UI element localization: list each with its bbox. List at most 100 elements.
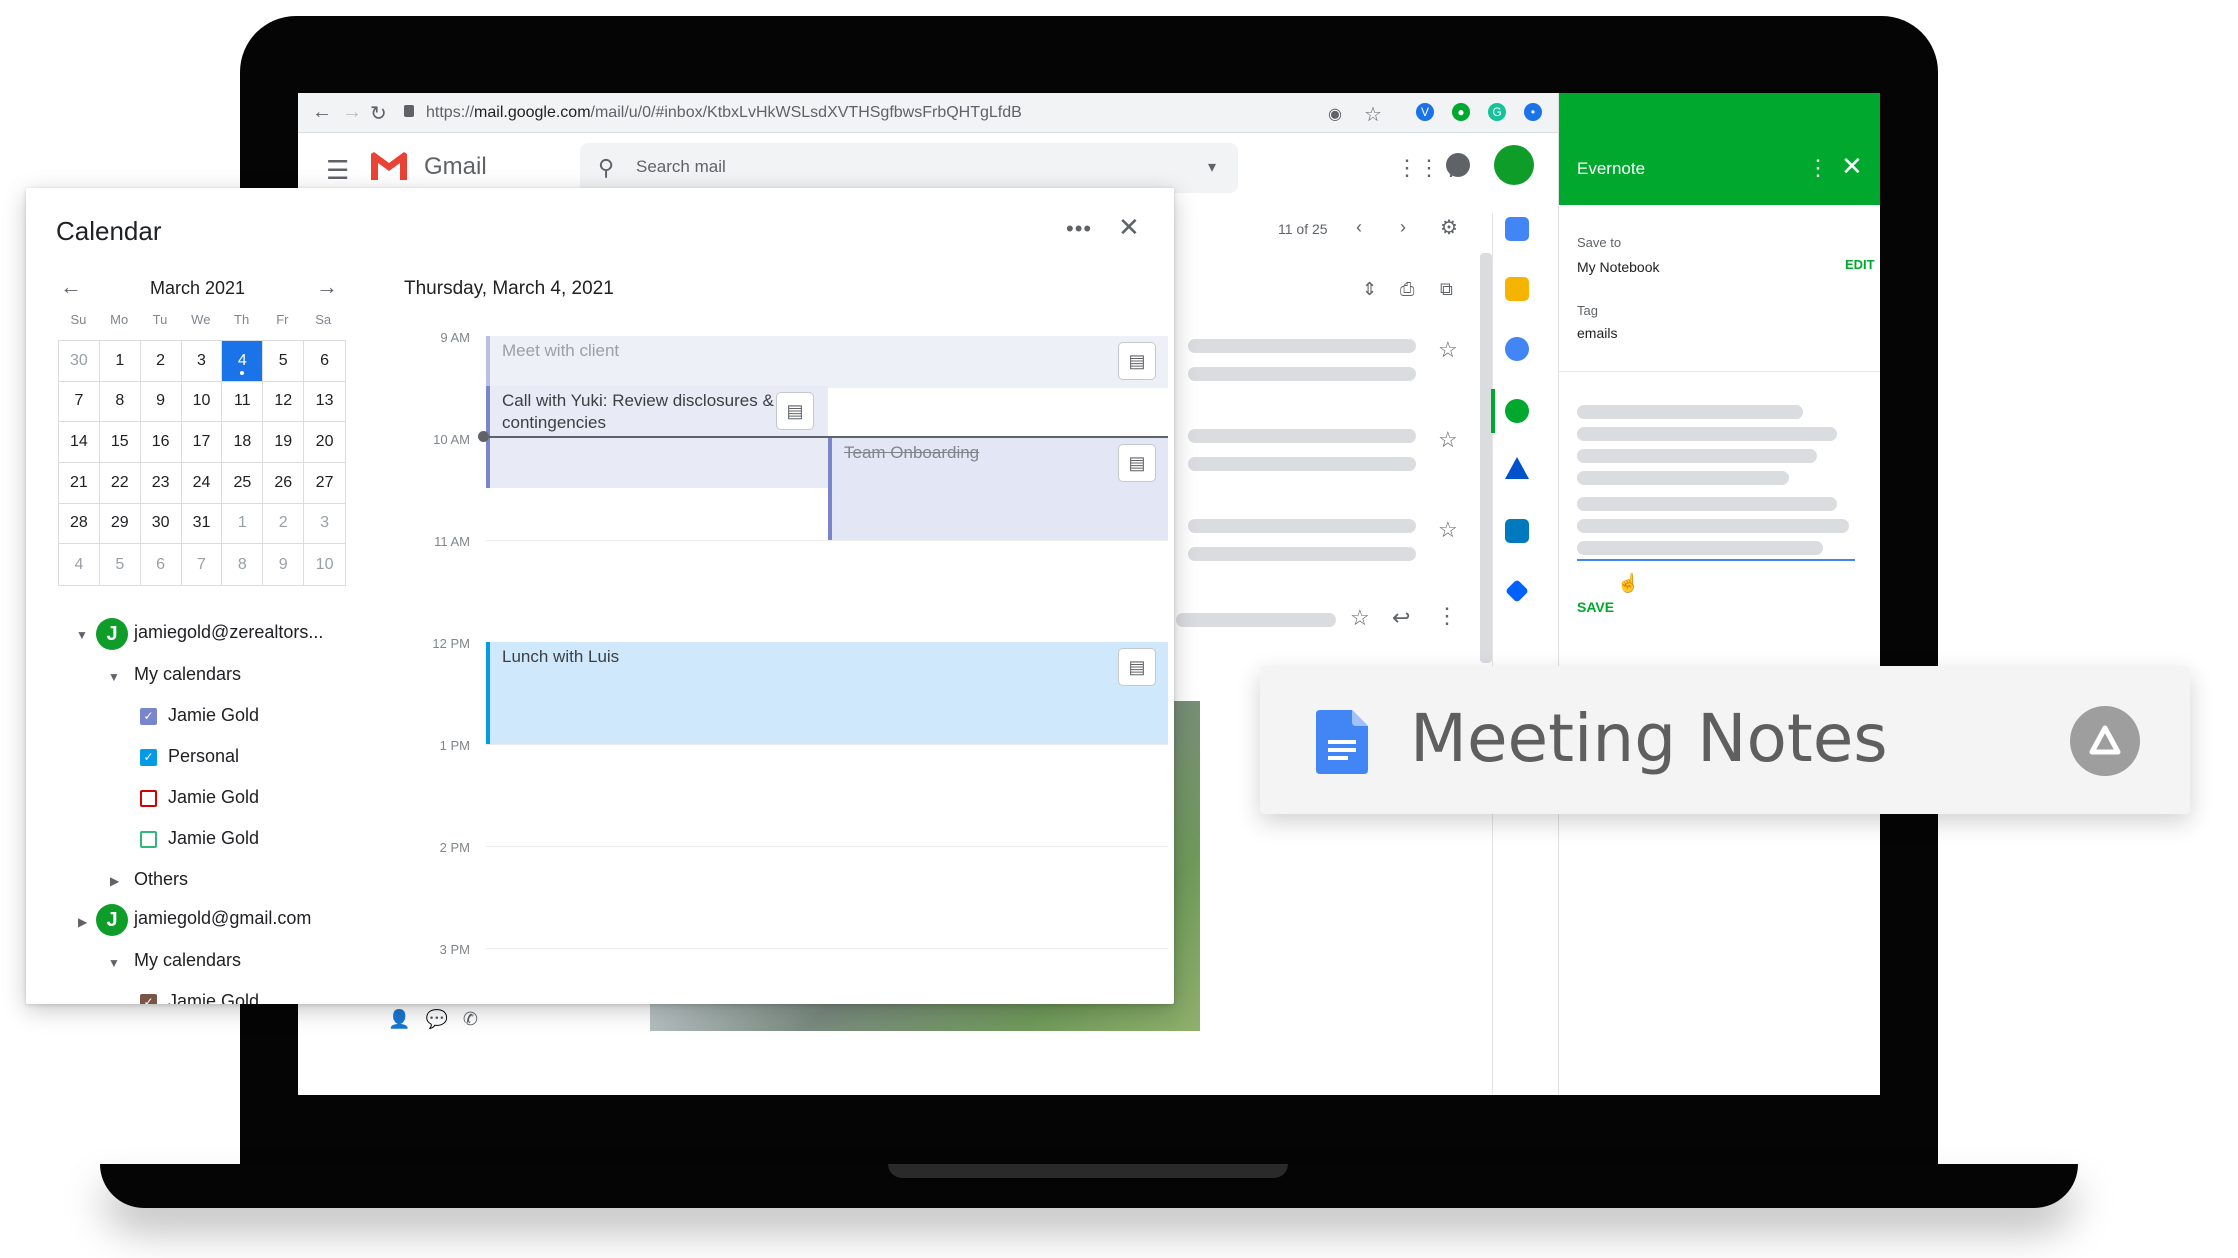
eye-icon[interactable]: ◉: [1328, 104, 1342, 124]
reply-icon[interactable]: ↩: [1392, 605, 1410, 631]
meeting-notes-button[interactable]: ▤: [1118, 342, 1156, 380]
mini-calendar-day[interactable]: 21: [59, 463, 100, 504]
keep-addon-icon[interactable]: [1505, 277, 1529, 301]
mini-calendar-day[interactable]: 1: [222, 503, 264, 545]
bookmark-star-icon[interactable]: ☆: [1364, 102, 1382, 127]
mini-calendar-day[interactable]: 20: [304, 422, 345, 463]
mini-calendar-day[interactable]: 23: [140, 463, 182, 504]
mini-calendar-day[interactable]: 8: [99, 381, 141, 423]
notebook-value[interactable]: My Notebook: [1577, 259, 1659, 275]
more-vert-icon[interactable]: ⋮: [1436, 603, 1458, 629]
event-team-onboarding[interactable]: Team Onboarding: [828, 438, 1168, 540]
close-icon[interactable]: ✕: [1118, 212, 1140, 243]
hangouts-icon[interactable]: 💬: [425, 1009, 447, 1029]
expand-all-icon[interactable]: ⇕: [1362, 279, 1377, 300]
mini-calendar-day[interactable]: 17: [181, 422, 223, 463]
mini-calendar-day[interactable]: 29: [99, 503, 141, 545]
mini-calendar-day[interactable]: 6: [141, 544, 182, 585]
more-options-icon[interactable]: •••: [1066, 216, 1092, 242]
mini-calendar-day[interactable]: 5: [263, 341, 305, 382]
meeting-notes-button[interactable]: ▤: [776, 392, 814, 430]
mini-calendar-day[interactable]: 5: [100, 544, 141, 585]
my-calendars-label[interactable]: My calendars: [134, 664, 241, 685]
atlassian-addon-icon[interactable]: [1505, 457, 1529, 479]
mini-calendar-day[interactable]: 7: [59, 381, 100, 423]
mini-calendar-day[interactable]: 30: [59, 341, 100, 382]
tasks-addon-icon[interactable]: [1505, 337, 1529, 361]
extension-evernote-icon[interactable]: ●: [1452, 103, 1470, 121]
mini-calendar-day[interactable]: 9: [263, 544, 305, 585]
mini-calendar-day[interactable]: 30: [140, 503, 182, 545]
mini-calendar-day[interactable]: 2: [263, 503, 305, 545]
mini-calendar-day[interactable]: 7: [182, 544, 223, 585]
mini-calendar-day[interactable]: 25: [222, 463, 264, 504]
others-label[interactable]: Others: [134, 869, 188, 890]
extension-grammarly-icon[interactable]: G: [1488, 103, 1506, 121]
mini-calendar-day[interactable]: 9: [140, 381, 182, 423]
mini-calendar-day[interactable]: 11: [222, 381, 264, 423]
scrollbar[interactable]: [1480, 253, 1492, 663]
print-icon[interactable]: ⎙: [1400, 279, 1414, 300]
search-bar[interactable]: ⚲ Search mail ▾: [580, 143, 1238, 193]
mini-calendar-day[interactable]: 8: [222, 544, 264, 585]
reload-icon[interactable]: ↻: [370, 101, 387, 126]
account-avatar[interactable]: [1494, 145, 1534, 185]
notifications-icon[interactable]: [1446, 153, 1470, 177]
calendar-checkbox[interactable]: [140, 790, 157, 807]
mini-calendar-day[interactable]: 16: [140, 422, 182, 463]
mini-calendar-day[interactable]: 31: [181, 503, 223, 545]
dropbox-addon-icon[interactable]: [1505, 579, 1529, 603]
mini-calendar-day[interactable]: 1: [99, 341, 141, 382]
my-calendars-label[interactable]: My calendars: [134, 950, 241, 971]
mini-calendar-day[interactable]: 4: [59, 544, 100, 585]
mini-calendar-day[interactable]: 18: [222, 422, 264, 463]
event-lunch-with-luis[interactable]: Lunch with Luis: [486, 642, 1168, 744]
calendar-checkbox[interactable]: ✓: [140, 749, 157, 766]
main-menu-icon[interactable]: ☰: [326, 155, 349, 186]
meeting-notes-button[interactable]: ▤: [1118, 648, 1156, 686]
mini-calendar-day[interactable]: 24: [181, 463, 223, 504]
evernote-addon-icon[interactable]: [1505, 399, 1529, 423]
extension-chat-icon[interactable]: •: [1524, 103, 1542, 121]
star-icon[interactable]: ☆: [1438, 517, 1458, 543]
mini-calendar-day[interactable]: 14: [59, 422, 100, 463]
mini-calendar-day[interactable]: 2: [140, 341, 182, 382]
mini-calendar-day[interactable]: 6: [304, 341, 345, 382]
settings-gear-icon[interactable]: ⚙: [1440, 215, 1458, 240]
search-icon[interactable]: ⚲: [598, 155, 614, 181]
mini-calendar-day[interactable]: 12: [263, 381, 305, 423]
google-drive-icon[interactable]: [2070, 706, 2140, 776]
prev-month-icon[interactable]: ←: [60, 274, 82, 300]
search-input[interactable]: Search mail: [636, 157, 726, 177]
save-button[interactable]: SAVE: [1577, 599, 1614, 615]
next-page-icon[interactable]: ›: [1400, 217, 1406, 238]
meeting-notes-card[interactable]: Meeting Notes: [1260, 666, 2190, 814]
tag-value[interactable]: emails: [1577, 325, 1617, 341]
mini-calendar-day[interactable]: 3: [181, 341, 223, 382]
open-new-window-icon[interactable]: ⧉: [1440, 279, 1453, 300]
prev-page-icon[interactable]: ‹: [1356, 217, 1362, 238]
mini-calendar-day[interactable]: 4: [222, 341, 264, 382]
trello-addon-icon[interactable]: [1505, 519, 1529, 543]
mini-calendar-day[interactable]: 19: [263, 422, 305, 463]
star-icon[interactable]: ☆: [1438, 337, 1458, 363]
collapse-icon[interactable]: ▼: [108, 956, 120, 970]
collapse-icon[interactable]: ▼: [76, 628, 88, 642]
calendar-checkbox[interactable]: [140, 831, 157, 848]
collapse-icon[interactable]: ▼: [108, 670, 120, 684]
mini-calendar-day[interactable]: 22: [99, 463, 141, 504]
calendar-checkbox[interactable]: ✓: [140, 994, 157, 1004]
account-email[interactable]: jamiegold@zerealtors...: [134, 622, 323, 643]
mini-calendar-day[interactable]: 28: [59, 503, 100, 545]
next-month-icon[interactable]: →: [316, 274, 338, 300]
mini-calendar-day[interactable]: 10: [304, 544, 345, 585]
back-icon[interactable]: ←: [312, 101, 332, 124]
edit-button[interactable]: EDIT: [1845, 257, 1875, 272]
more-options-icon[interactable]: ⋮: [1807, 155, 1829, 181]
star-icon[interactable]: ☆: [1350, 605, 1370, 631]
account-email[interactable]: jamiegold@gmail.com: [134, 908, 311, 929]
extension-v-icon[interactable]: V: [1416, 103, 1434, 121]
calendar-addon-icon[interactable]: [1505, 217, 1529, 241]
close-icon[interactable]: ✕: [1841, 151, 1863, 182]
mini-calendar-day[interactable]: 26: [263, 463, 305, 504]
